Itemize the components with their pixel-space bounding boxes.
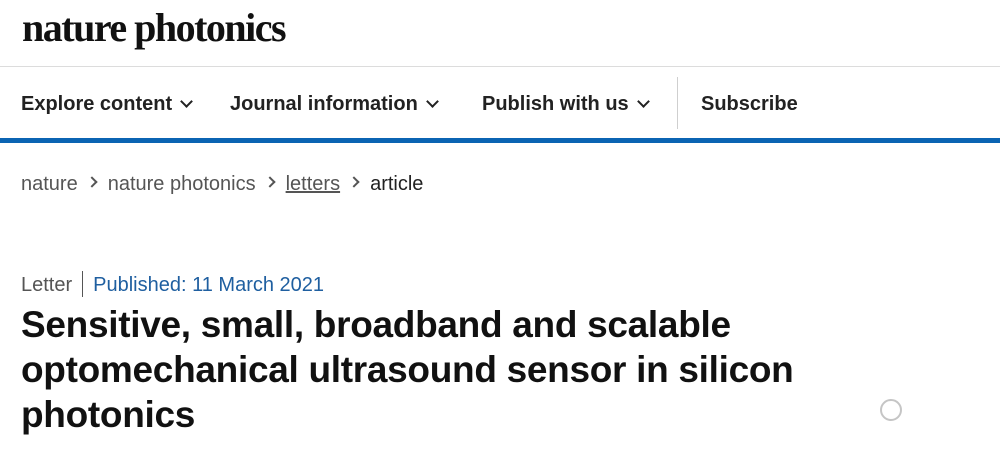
nav-subscribe-label: Subscribe (701, 93, 798, 115)
breadcrumb-article: article (370, 173, 424, 195)
chevron-right-icon (86, 176, 98, 188)
nav-journal-information[interactable]: Journal information (230, 93, 439, 116)
watermark-icon (880, 399, 902, 421)
chevron-down-icon (425, 95, 439, 108)
nav-divider (677, 77, 678, 129)
nav-publish-with-us-label: Publish with us (482, 93, 629, 115)
breadcrumb-letters[interactable]: letters (286, 173, 340, 195)
breadcrumb-nature-photonics[interactable]: nature photonics (108, 173, 256, 195)
article-title: Sensitive, small, broadband and scalable… (21, 304, 794, 435)
nav-subscribe[interactable]: Subscribe (701, 93, 798, 116)
chevron-down-icon (636, 95, 650, 108)
nav-journal-information-label: Journal information (230, 93, 418, 115)
journal-logo[interactable]: nature photonics (22, 4, 287, 51)
published-date: Published: 11 March 2021 (93, 274, 325, 296)
nav-publish-with-us[interactable]: Publish with us (482, 93, 650, 116)
breadcrumb-nature[interactable]: nature (21, 173, 78, 195)
nav-explore-content[interactable]: Explore content (21, 93, 194, 116)
nav-explore-content-label: Explore content (21, 93, 173, 115)
chevron-right-icon (263, 176, 276, 188)
site-header: nature photonics (0, 0, 1000, 67)
meta-divider (82, 271, 84, 297)
article-type: Letter (21, 274, 73, 296)
chevron-right-icon (348, 176, 360, 188)
main-nav: Explore content Journal information Publ… (0, 67, 1000, 139)
nav-accent-rule (0, 138, 1000, 143)
article-meta: Letter Published: 11 March 2021 (21, 265, 324, 297)
chevron-down-icon (180, 95, 194, 108)
watermark-logo (880, 395, 904, 426)
breadcrumb: nature nature photonics letters article (21, 173, 423, 196)
